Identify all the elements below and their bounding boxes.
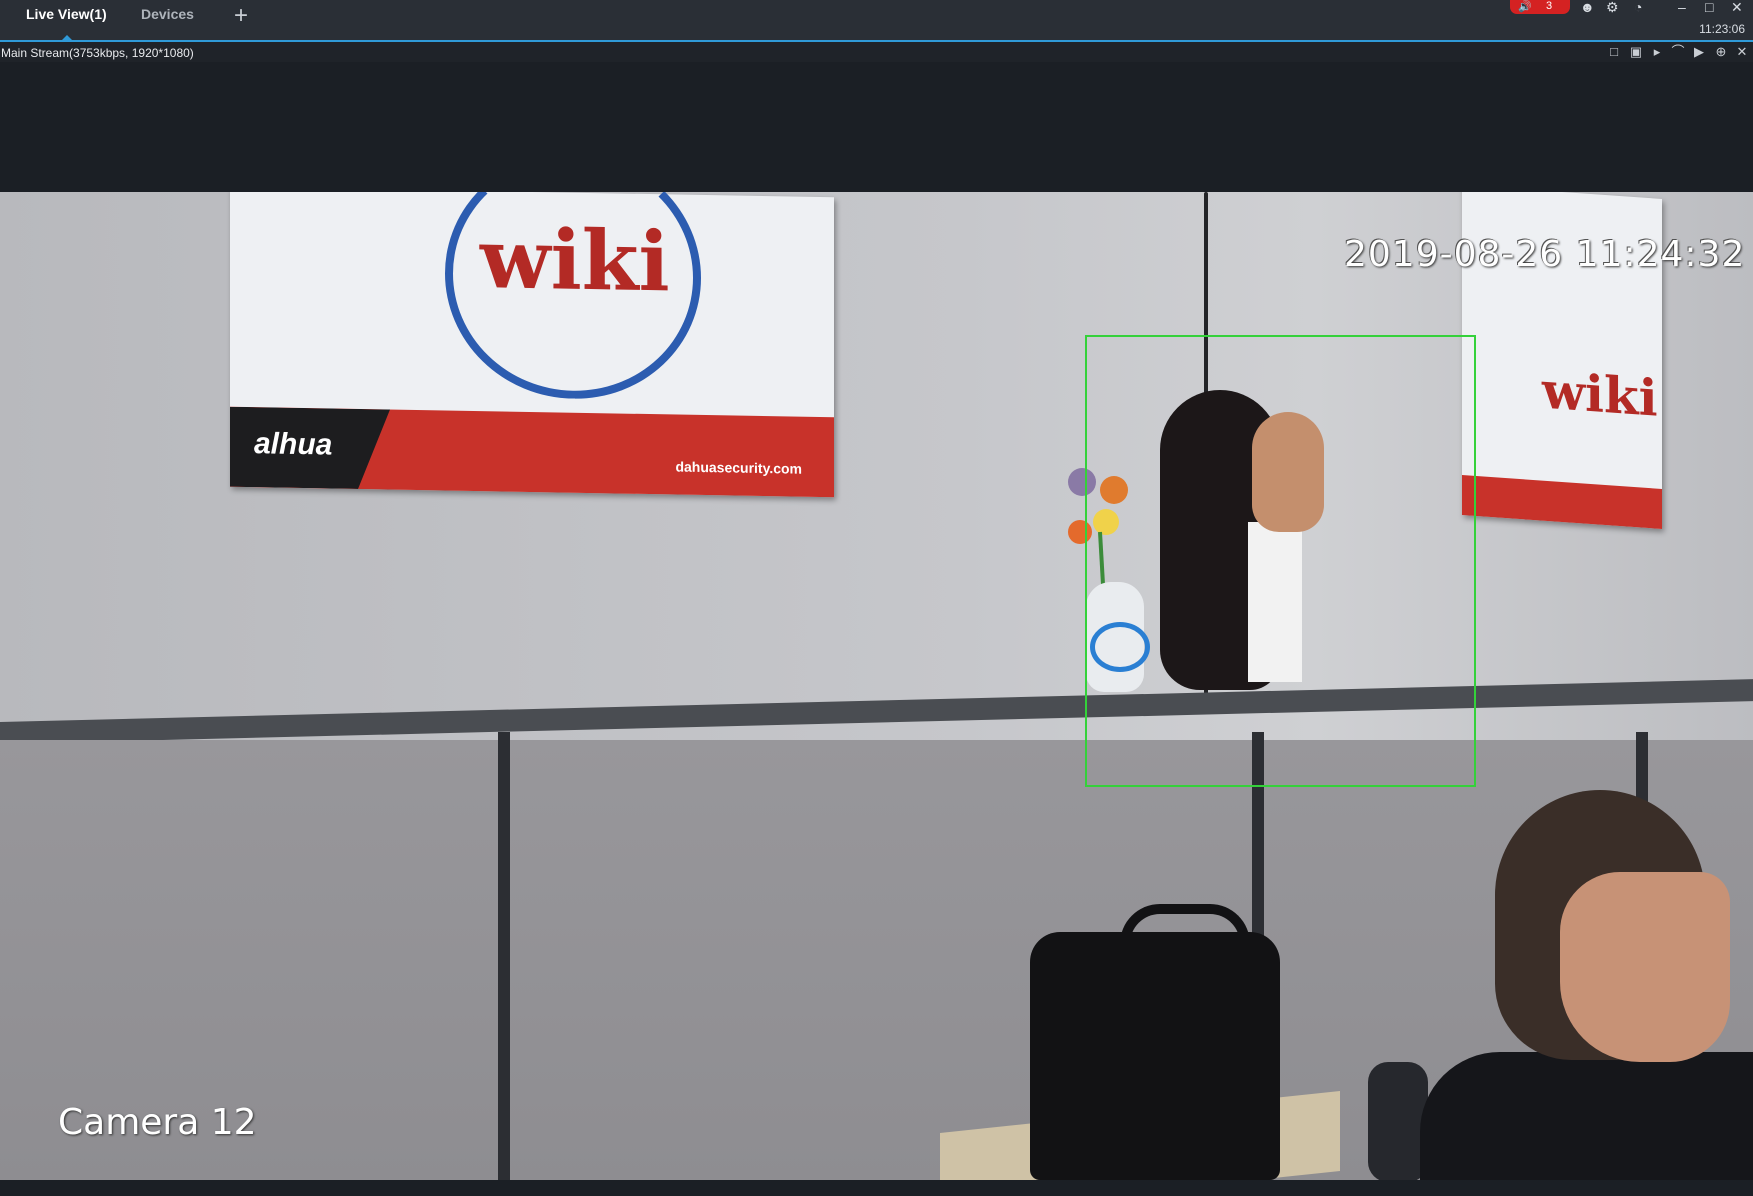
snapshot-icon[interactable]: ▣ [1628, 44, 1644, 60]
gauge-icon[interactable]: ◔ [1634, 0, 1642, 14]
scene-bag [1030, 932, 1280, 1180]
stream-label: Main Stream(3753kbps, 1920*1080) [1, 46, 194, 60]
minimize-window-button[interactable]: – [1678, 0, 1686, 14]
osd-camera-name: Camera 12 [58, 1102, 257, 1143]
alarm-count: 3 [1546, 0, 1553, 12]
alarm-badge[interactable]: 🔊 3 [1510, 0, 1570, 14]
top-bar: Live View(1) Devices + 🔊 3 ☻ ⚙ ◔ – □ ✕ 1… [0, 0, 1753, 40]
audio-icon[interactable]: ▸ [1649, 44, 1665, 60]
plus-icon: + [233, 2, 248, 29]
add-tab-button[interactable]: + [230, 4, 252, 28]
scene-person-face [1560, 872, 1730, 1062]
user-icon[interactable]: ☻ [1580, 0, 1595, 14]
osd-timestamp: 2019-08-26 11:24:32 [1344, 234, 1746, 275]
speaker-icon: 🔊 [1518, 1, 1532, 13]
playback-icon[interactable]: ▶ [1691, 44, 1707, 60]
maximize-window-button[interactable]: □ [1705, 0, 1713, 14]
close-icon[interactable]: ✕ [1734, 44, 1750, 60]
video-letterbox-top [0, 62, 1753, 192]
video-window[interactable]: wiki alhua dahuasecurity.com wiki 2019-0… [0, 192, 1753, 1180]
scene-panel-divider [498, 732, 510, 1180]
poster-right-wiki-text: wiki [1542, 360, 1658, 428]
face-detection-box [1085, 335, 1476, 787]
scene-chair [1368, 1062, 1428, 1180]
stream-info-bar: Main Stream(3753kbps, 1920*1080) □ ▣ ▸ ⌒… [0, 42, 1753, 62]
poster-brand: alhua [254, 427, 333, 462]
zoom-icon[interactable]: ⊕ [1713, 44, 1729, 60]
bottom-bar [0, 1180, 1753, 1196]
poster-url: dahuasecurity.com [675, 458, 802, 477]
poster-wiki-text: wiki [480, 211, 670, 311]
scene-poster-left: wiki alhua dahuasecurity.com [230, 192, 834, 498]
scene-person-body [1420, 1052, 1753, 1180]
gear-icon[interactable]: ⚙ [1606, 0, 1619, 14]
system-clock: 11:23:06 [1699, 22, 1745, 36]
tab-live-view[interactable]: Live View(1) [26, 6, 107, 22]
microphone-icon[interactable]: ⌒ [1670, 44, 1686, 60]
close-window-button[interactable]: ✕ [1731, 0, 1743, 14]
record-icon[interactable]: □ [1606, 44, 1622, 60]
tab-devices[interactable]: Devices [141, 6, 194, 22]
